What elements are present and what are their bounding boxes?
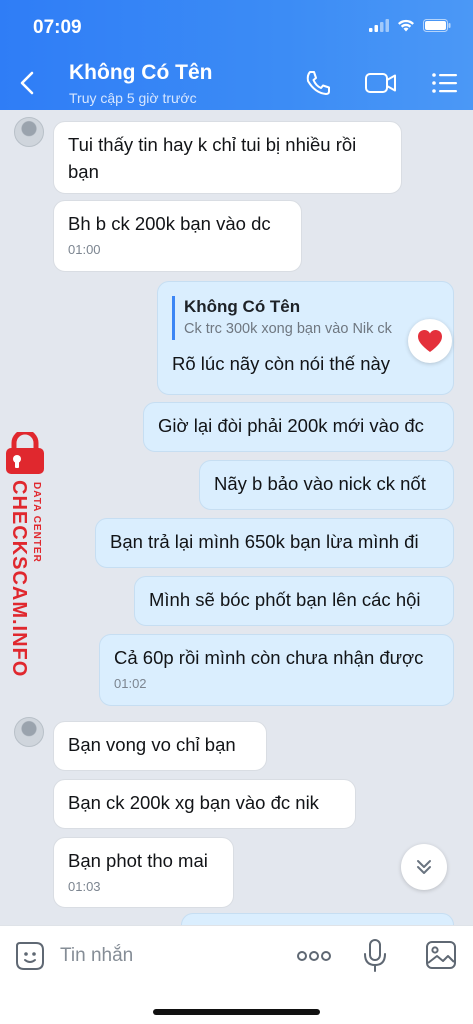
video-call-icon[interactable] <box>364 68 398 98</box>
message-incoming[interactable]: Tui thấy tin hay k chỉ tui bị nhiều rồi … <box>53 121 402 194</box>
microphone-icon[interactable] <box>362 938 388 974</box>
quote-text: Ck trc 300k xong bạn vào Nik ck <box>184 321 392 337</box>
double-chevron-down-icon <box>417 860 431 874</box>
message-list[interactable]: Tui thấy tin hay k chỉ tui bị nhiều rồi … <box>0 110 473 925</box>
message-text: Giờ lại đòi phải 200k mới vào đc <box>158 415 424 436</box>
last-seen: Truy cập 5 giờ trước <box>69 90 197 106</box>
message-text: Rõ lúc nãy còn nói thế này <box>172 353 391 374</box>
reaction-badge[interactable] <box>408 319 452 363</box>
message-input[interactable]: Tin nhắn <box>60 945 133 967</box>
lock-icon <box>6 432 44 474</box>
contact-name[interactable]: Không Có Tên <box>69 61 212 85</box>
home-indicator[interactable] <box>153 1009 320 1015</box>
battery-icon <box>423 19 451 32</box>
chevron-left-icon <box>20 71 34 95</box>
message-outgoing-partial[interactable] <box>181 913 454 925</box>
message-incoming[interactable]: Bạn ck 200k xg bạn vào đc nik <box>53 779 356 829</box>
wifi-icon <box>398 19 414 32</box>
watermark-subtext: DATA CENTER <box>31 482 42 563</box>
message-text: Bạn ck 200k xg bạn vào đc nik <box>68 792 319 813</box>
message-text: Bh b ck 200k bạn vào dc <box>68 213 271 234</box>
reply-quote[interactable]: Không Có Tên Ck trc 300k xong bạn vào Ni… <box>172 296 439 340</box>
message-text: Cả 60p rồi mình còn chưa nhận được <box>114 647 424 668</box>
message-text: Nãy b bảo vào nick ck nốt <box>214 473 426 494</box>
signal-icon <box>369 19 389 32</box>
avatar[interactable] <box>14 717 44 747</box>
watermark: CHECKSCAM.INFO DATA CENTER <box>0 432 60 677</box>
message-outgoing[interactable]: Nãy b bảo vào nick ck nốt <box>199 460 454 510</box>
message-text: Bạn trả lại mình 650k bạn lừa mình đi <box>110 531 419 552</box>
status-icons <box>369 19 451 32</box>
message-outgoing[interactable]: Giờ lại đòi phải 200k mới vào đc <box>143 402 454 452</box>
message-input-bar: Tin nhắn <box>0 925 473 1024</box>
status-time: 07:09 <box>33 17 82 38</box>
avatar[interactable] <box>14 117 44 147</box>
back-button[interactable] <box>14 66 42 100</box>
sticker-icon[interactable] <box>14 940 46 972</box>
message-time: 01:00 <box>68 242 101 257</box>
message-time: 01:03 <box>68 879 101 894</box>
message-text: Bạn phot tho mai <box>68 850 208 871</box>
watermark-text: CHECKSCAM.INFO <box>8 480 30 678</box>
message-outgoing[interactable]: Cả 60p rồi mình còn chưa nhận được 01:02 <box>99 634 454 706</box>
chat-header: 07:09 Không Có Tên Truy cập 5 giờ trước <box>0 0 473 110</box>
heart-icon <box>418 330 442 352</box>
scroll-to-bottom-button[interactable] <box>401 844 447 890</box>
quote-author: Không Có Tên <box>184 297 301 316</box>
message-outgoing[interactable]: Mình sẽ bóc phốt bạn lên các hội <box>134 576 454 626</box>
message-outgoing[interactable]: Bạn trả lại mình 650k bạn lừa mình đi <box>95 518 454 568</box>
menu-list-icon[interactable] <box>430 68 460 98</box>
message-text: Tui thấy tin hay k chỉ tui bị nhiều rồi … <box>68 134 357 182</box>
message-incoming[interactable]: Bh b ck 200k bạn vào dc 01:00 <box>53 200 302 272</box>
more-options-icon[interactable] <box>296 950 332 962</box>
message-time: 01:02 <box>114 676 147 691</box>
message-incoming[interactable]: Bạn phot tho mai 01:03 <box>53 837 234 908</box>
phone-icon[interactable] <box>303 68 333 98</box>
message-text: Mình sẽ bóc phốt bạn lên các hội <box>149 589 421 610</box>
image-gallery-icon[interactable] <box>425 939 457 971</box>
message-incoming[interactable]: Bạn vong vo chỉ bạn <box>53 721 267 771</box>
message-text: Bạn vong vo chỉ bạn <box>68 734 236 755</box>
